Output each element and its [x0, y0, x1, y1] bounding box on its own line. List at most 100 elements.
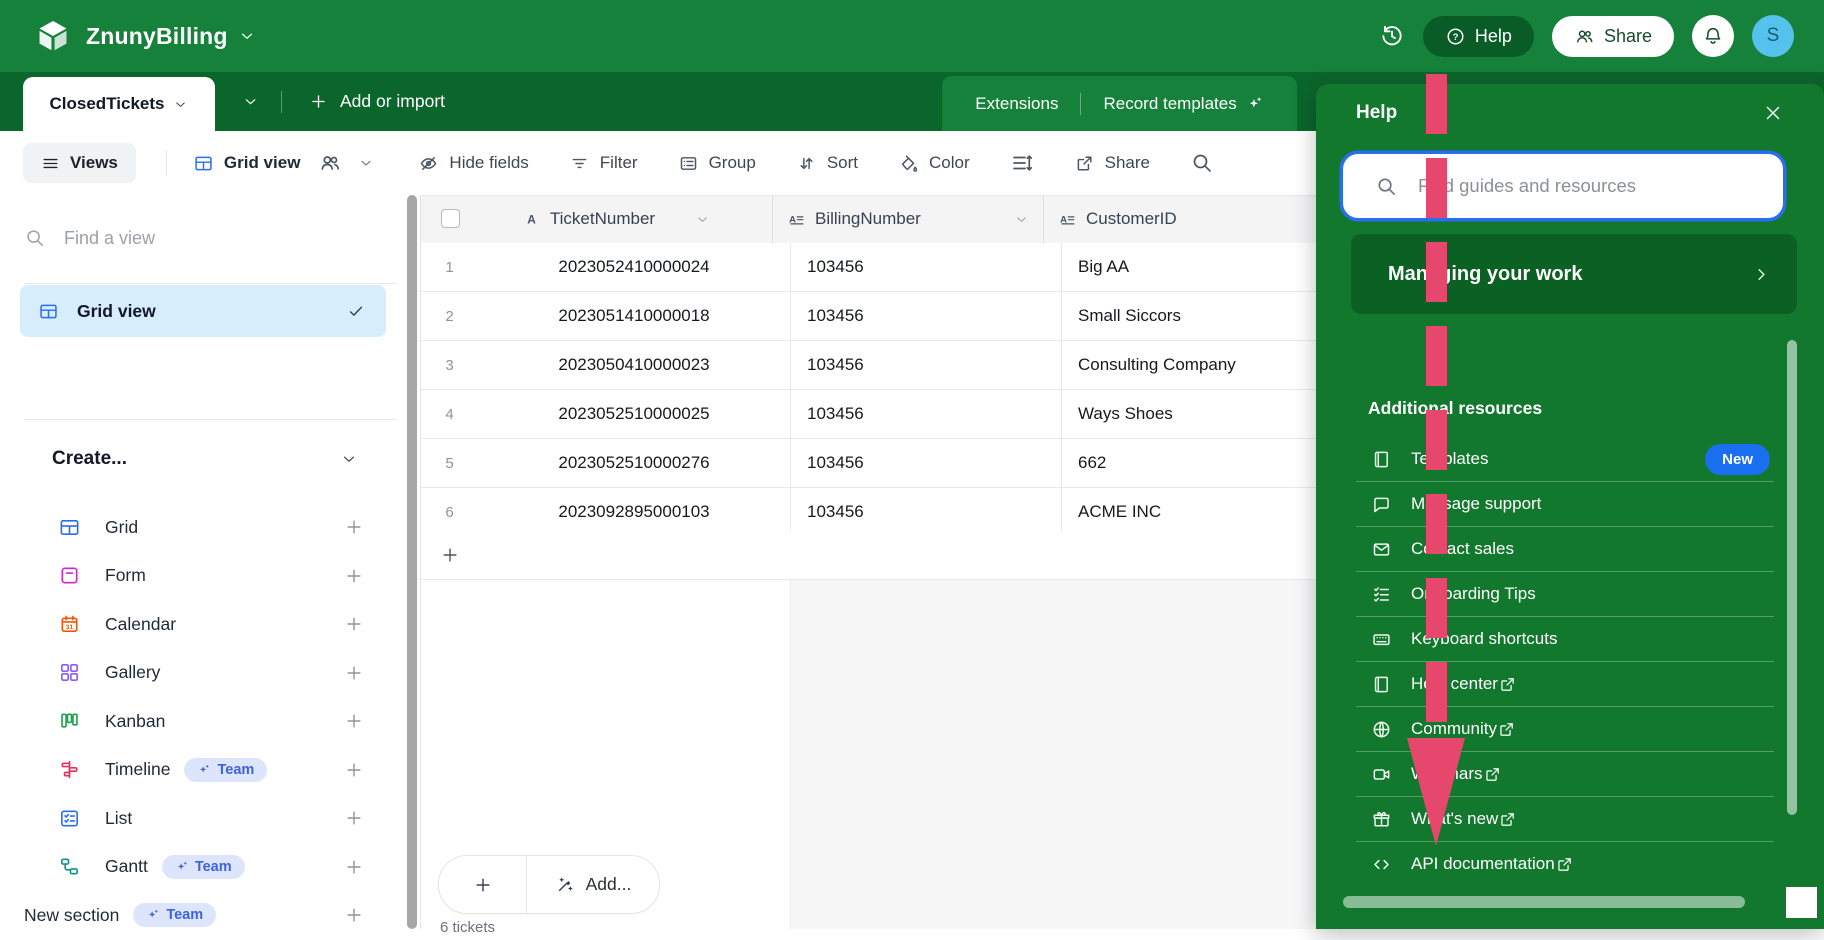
chevron-down-icon[interactable]	[1014, 212, 1029, 227]
help-resource-item[interactable]: Contact sales	[1356, 527, 1774, 572]
help-resource-item[interactable]: Templates New	[1356, 437, 1774, 482]
cell-billing-number[interactable]: 103456	[790, 243, 1061, 291]
check-icon	[346, 301, 366, 321]
create-label: Create...	[52, 448, 127, 470]
view-gallery-icon	[58, 661, 81, 684]
views-button[interactable]: Views	[23, 143, 136, 183]
create-view-item[interactable]: Gantt Team	[0, 843, 420, 892]
share-view-button[interactable]: Share	[1074, 153, 1150, 174]
nav-tab[interactable]	[298, 25, 342, 47]
avatar[interactable]: S	[1752, 15, 1794, 57]
help-resource-item[interactable]: Onboarding Tips	[1356, 572, 1774, 617]
strip-right-group: Extensions Record templates	[942, 76, 1297, 131]
search-icon	[1190, 151, 1214, 175]
add-with-ai-button[interactable]: Add...	[527, 856, 659, 913]
cell-ticket-number[interactable]: 2023052410000024	[478, 243, 790, 291]
record-templates-button[interactable]: Record templates	[1081, 94, 1285, 114]
hide-fields-button[interactable]: Hide fields	[418, 153, 528, 174]
nav-tab[interactable]	[414, 25, 458, 47]
sidebar-item-grid-view[interactable]: Grid view	[20, 285, 386, 337]
book-icon	[1371, 674, 1392, 695]
add-view-button[interactable]	[344, 905, 364, 925]
divider	[24, 283, 396, 284]
cell-billing-number[interactable]: 103456	[790, 439, 1061, 487]
filter-button[interactable]: Filter	[569, 153, 638, 174]
managing-your-work-card[interactable]: Managing your work	[1351, 234, 1797, 314]
checklist-icon	[1371, 584, 1392, 605]
group-button[interactable]: Group	[678, 153, 756, 174]
create-view-item[interactable]: New section Team	[0, 891, 420, 940]
extensions-button[interactable]: Extensions	[953, 94, 1080, 114]
table-list-expander[interactable]	[232, 72, 268, 131]
sparkle-icon	[1246, 95, 1264, 113]
create-view-label: List	[105, 808, 132, 829]
add-view-button[interactable]	[344, 808, 364, 828]
column-name: BillingNumber	[815, 209, 921, 229]
cell-ticket-number[interactable]: 2023051410000018	[478, 292, 790, 340]
column-header-billingnumber[interactable]: A BillingNumber	[772, 195, 1043, 243]
main-nav	[298, 25, 458, 47]
help-resource-item[interactable]: Keyboard shortcuts	[1356, 617, 1774, 662]
current-view-switcher[interactable]: Grid view	[193, 151, 375, 175]
notifications-button[interactable]	[1692, 15, 1734, 57]
cell-ticket-number[interactable]: 2023052510000276	[478, 439, 790, 487]
nav-tab[interactable]	[356, 25, 400, 47]
history-icon[interactable]	[1379, 23, 1405, 49]
cell-billing-number[interactable]: 103456	[790, 292, 1061, 340]
share-button[interactable]: Share	[1552, 16, 1674, 57]
add-view-button[interactable]	[344, 517, 364, 537]
chevron-down-icon[interactable]	[238, 27, 256, 45]
create-view-item[interactable]: Grid	[0, 503, 420, 552]
column-header-ticketnumber[interactable]: A TicketNumber	[460, 195, 772, 243]
select-all-checkbox[interactable]	[441, 209, 460, 228]
color-button[interactable]: Color	[898, 153, 970, 174]
help-search-box[interactable]	[1343, 154, 1783, 218]
create-view-item[interactable]: List	[0, 794, 420, 843]
sort-button[interactable]: Sort	[796, 153, 858, 174]
row-height-button[interactable]	[1010, 151, 1034, 175]
help-resource-item[interactable]: Help center	[1356, 662, 1774, 707]
add-view-button[interactable]	[344, 566, 364, 586]
cell-billing-number[interactable]: 103456	[790, 390, 1061, 438]
find-view-search[interactable]	[24, 215, 364, 261]
mail-icon	[1371, 539, 1392, 560]
add-or-import-button[interactable]: Add or import	[303, 72, 451, 131]
add-view-button[interactable]	[344, 760, 364, 780]
team-badge-label: Team	[217, 762, 254, 778]
help-search-input[interactable]	[1416, 174, 1750, 198]
plus-icon	[473, 875, 493, 895]
text-field-icon: A	[522, 210, 541, 229]
find-view-input[interactable]	[62, 227, 316, 250]
help-panel-title: Help	[1356, 102, 1397, 124]
create-view-label: Kanban	[105, 711, 165, 732]
sidebar-scrollbar[interactable]	[407, 195, 417, 929]
cell-ticket-number[interactable]: 2023092895000103	[478, 488, 790, 536]
create-section-header[interactable]: Create...	[52, 441, 382, 477]
help-resource-item[interactable]: API documentation	[1356, 842, 1774, 886]
tab-closedtickets[interactable]: ClosedTickets	[23, 77, 215, 131]
add-view-button[interactable]	[344, 614, 364, 634]
cell-billing-number[interactable]: 103456	[790, 341, 1061, 389]
create-view-item[interactable]: 31 Calendar	[0, 600, 420, 649]
add-view-button[interactable]	[344, 711, 364, 731]
cell-ticket-number[interactable]: 2023050410000023	[478, 341, 790, 389]
cell-ticket-number[interactable]: 2023052510000025	[478, 390, 790, 438]
create-view-item[interactable]: Timeline Team	[0, 746, 420, 795]
chevron-down-icon[interactable]	[695, 212, 710, 227]
close-icon[interactable]	[1762, 102, 1784, 124]
create-view-item[interactable]: Gallery	[0, 649, 420, 698]
add-record-button[interactable]	[439, 856, 527, 913]
add-or-import-label: Add or import	[340, 91, 445, 112]
chevron-down-icon	[242, 93, 259, 110]
create-view-item[interactable]: Kanban	[0, 697, 420, 746]
help-button[interactable]: ? Help	[1423, 16, 1534, 57]
add-view-button[interactable]	[344, 663, 364, 683]
help-resource-item[interactable]: Message support	[1356, 482, 1774, 527]
cell-billing-number[interactable]: 103456	[790, 488, 1061, 536]
search-button[interactable]	[1190, 151, 1214, 175]
help-vertical-scrollbar[interactable]	[1787, 340, 1797, 815]
chevron-down-icon	[358, 155, 374, 171]
help-horizontal-scrollbar[interactable]	[1343, 896, 1745, 908]
create-view-item[interactable]: Form	[0, 552, 420, 601]
add-view-button[interactable]	[344, 857, 364, 877]
